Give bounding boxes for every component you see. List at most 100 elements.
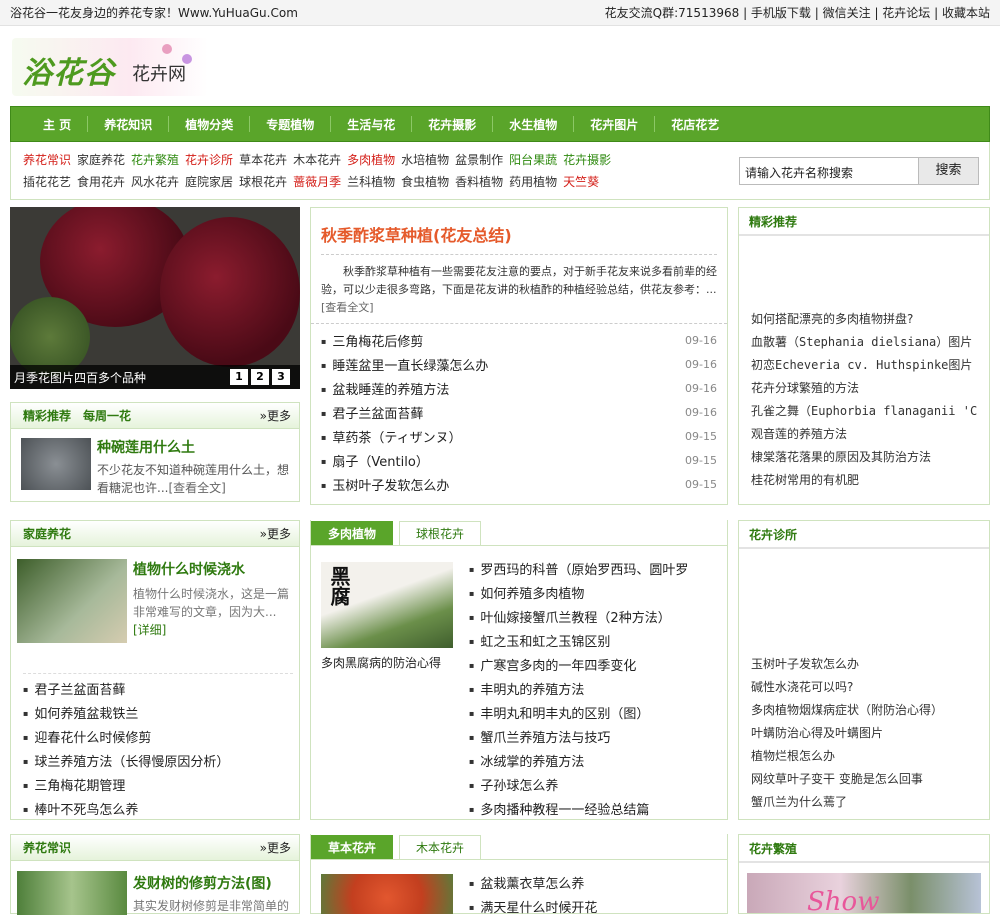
weekly-thumbnail[interactable] [21,438,91,490]
succulent-item[interactable]: 如何养殖多肉植物 [469,580,719,604]
herb-item-text[interactable]: 满天星什么时候开花 [469,897,597,916]
news-item[interactable]: 玉树叶子发软怎么办 09-15 [321,472,717,496]
succulent-item-text[interactable]: 罗西玛的科普（原始罗西玛、圆叶罗 [469,559,688,578]
nav-knowledge[interactable]: 养花知识 [88,116,168,133]
category-link[interactable]: 盆景制作 [455,151,503,168]
family-item-text[interactable]: 棒叶不死鸟怎么养 [23,799,138,818]
news-title[interactable]: 扇子（Ventilo） [321,451,428,470]
slider-page-3[interactable]: 3 [272,369,290,385]
news-item[interactable]: 君子兰盆面苔藓 09-16 [321,400,717,424]
succulent-item[interactable]: 叶仙嫁接蟹爪兰教程（2种方法） [469,604,719,628]
forum-link[interactable]: 花卉论坛 [882,6,930,20]
news-item[interactable]: 草药茶（ティザンヌ） 09-15 [321,424,717,448]
clinic-item[interactable]: 玉树叶子发软怎么办 [751,653,977,676]
succulent-item[interactable]: 丰明丸和明丰丸的区别（图） [469,700,719,724]
clinic-item[interactable]: 蟹爪兰为什么蔫了 [751,791,977,814]
search-input[interactable]: 请输入花卉名称搜索 [739,156,919,185]
tab-succulent[interactable]: 多肉植物 [311,521,394,545]
category-link[interactable]: 香料植物 [455,173,503,190]
succulent-item[interactable]: 蟹爪兰养殖方法与技巧 [469,724,719,748]
family-item-text[interactable]: 三角梅花期管理 [23,775,125,794]
news-item[interactable]: 三角梅花后修剪 09-16 [321,328,717,352]
news-title[interactable]: 三角梅花后修剪 [321,331,423,350]
nav-aquatic[interactable]: 水生植物 [493,116,573,133]
nav-pictures[interactable]: 花卉图片 [574,116,654,133]
category-link[interactable]: 草本花卉 [239,151,287,168]
wechat-link[interactable]: 微信关注 [823,6,871,20]
headline-read-more[interactable]: [查看全文] [321,301,374,314]
featured-item[interactable]: 血散薯（Stephania dielsiana）图片 [751,331,977,354]
succulent-item-text[interactable]: 冰绒掌的养殖方法 [469,751,584,770]
nav-florist[interactable]: 花店花艺 [655,116,735,133]
succulent-item[interactable]: 虹之玉和虹之玉锦区别 [469,628,719,652]
succulent-thumbnail[interactable]: 黑腐 [321,562,453,648]
category-link[interactable]: 水培植物 [401,151,449,168]
category-link[interactable]: 阳台果蔬 [509,151,557,168]
family-item-text[interactable]: 迎春花什么时候修剪 [23,727,151,746]
nav-topics[interactable]: 专题植物 [250,116,330,133]
succulent-item[interactable]: 冰绒掌的养殖方法 [469,748,719,772]
family-item[interactable]: 棒叶不死鸟怎么养 [23,796,293,820]
succulent-item[interactable]: 罗西玛的科普（原始罗西玛、圆叶罗 [469,556,719,580]
slider-page-2[interactable]: 2 [251,369,269,385]
category-link[interactable]: 养花常识 [23,151,71,168]
family-item[interactable]: 如何养殖盆栽铁兰 [23,700,293,724]
succulent-item[interactable]: 广寒宫多肉的一年四季变化 [469,652,719,676]
news-title[interactable]: 草药茶（ティザンヌ） [321,427,461,446]
category-link[interactable]: 食虫植物 [401,173,449,190]
tab-herb[interactable]: 草本花卉 [311,835,394,859]
category-link[interactable]: 家庭养花 [77,151,125,168]
nav-home[interactable]: 主 页 [27,116,87,133]
succulent-item-text[interactable]: 丰明丸和明丰丸的区别（图） [469,703,649,722]
family-item-text[interactable]: 如何养殖盆栽铁兰 [23,703,138,722]
category-link[interactable]: 风水花卉 [131,173,179,190]
succulent-caption[interactable]: 多肉黑腐病的防治心得 [321,654,441,671]
succulent-item-text[interactable]: 虹之玉和虹之玉锦区别 [469,631,610,650]
family-thumbnail[interactable] [17,559,127,643]
weekly-more-link[interactable]: »更多 [260,407,291,424]
family-item[interactable]: 球兰养殖方法（长得慢原因分析） [23,748,293,772]
weekly-read-more[interactable]: [查看全文] [168,481,225,495]
news-title[interactable]: 盆栽睡莲的养殖方法 [321,379,449,398]
search-button[interactable]: 搜索 [919,156,979,185]
featured-item[interactable]: 如何搭配漂亮的多肉植物拼盘? [751,308,977,331]
succulent-item-text[interactable]: 叶仙嫁接蟹爪兰教程（2种方法） [469,607,670,626]
family-item[interactable]: 迎春花什么时候修剪 [23,724,293,748]
news-item[interactable]: 扇子（Ventilo） 09-15 [321,448,717,472]
site-logo[interactable]: 浴花谷 花卉网 [12,38,208,96]
family-item-text[interactable]: 球兰养殖方法（长得慢原因分析） [23,751,229,770]
herb-thumbnail[interactable] [321,874,453,914]
weekly-item-title[interactable]: 种碗莲用什么土 [97,437,293,457]
news-item[interactable]: 睡莲盆里一直长绿藻怎么办 09-16 [321,352,717,376]
news-title[interactable]: 玉树叶子发软怎么办 [321,475,449,494]
category-link[interactable]: 多肉植物 [347,151,395,168]
family-item-title[interactable]: 植物什么时候浇水 [133,559,293,579]
tab-woody[interactable]: 木本花卉 [399,835,482,859]
succulent-item-text[interactable]: 蟹爪兰养殖方法与技巧 [469,727,610,746]
featured-item[interactable]: 桂花树常用的有机肥 [751,469,977,492]
category-link[interactable]: 木本花卉 [293,151,341,168]
image-slider[interactable]: 月季花图片四百多个品种 1 2 3 [10,207,300,389]
succulent-item-text[interactable]: 广寒宫多肉的一年四季变化 [469,655,636,674]
category-link[interactable]: 食用花卉 [77,173,125,190]
clinic-item[interactable]: 多肉植物烟煤病症状（附防治心得） [751,699,977,722]
category-link[interactable]: 球根花卉 [239,173,287,190]
succulent-item-text[interactable]: 如何养殖多肉植物 [469,583,584,602]
category-link[interactable]: 花卉繁殖 [131,151,179,168]
bookmark-link[interactable]: 收藏本站 [942,6,990,20]
qq-group-link[interactable]: 花友交流Q群:71513968 [605,6,740,20]
succulent-item-text[interactable]: 子孙球怎么养 [469,775,558,794]
clinic-item[interactable]: 叶螨防治心得及叶螨图片 [751,722,977,745]
common-thumbnail[interactable] [17,871,127,915]
common-more-link[interactable]: »更多 [260,839,291,856]
slider-caption[interactable]: 月季花图片四百多个品种 [14,369,146,386]
category-link[interactable]: 花卉诊所 [185,151,233,168]
news-title[interactable]: 君子兰盆面苔藓 [321,403,423,422]
family-item[interactable]: 三角梅花期管理 [23,772,293,796]
clinic-item[interactable]: 碱性水浇花可以吗? [751,676,977,699]
featured-item[interactable]: 棣棠落花落果的原因及其防治方法 [751,446,977,469]
common-item-title[interactable]: 发财树的修剪方法(图) [133,873,293,893]
succulent-item-text[interactable]: 丰明丸的养殖方法 [469,679,584,698]
nav-classification[interactable]: 植物分类 [169,116,249,133]
family-read-more[interactable]: [详细] [133,623,166,637]
